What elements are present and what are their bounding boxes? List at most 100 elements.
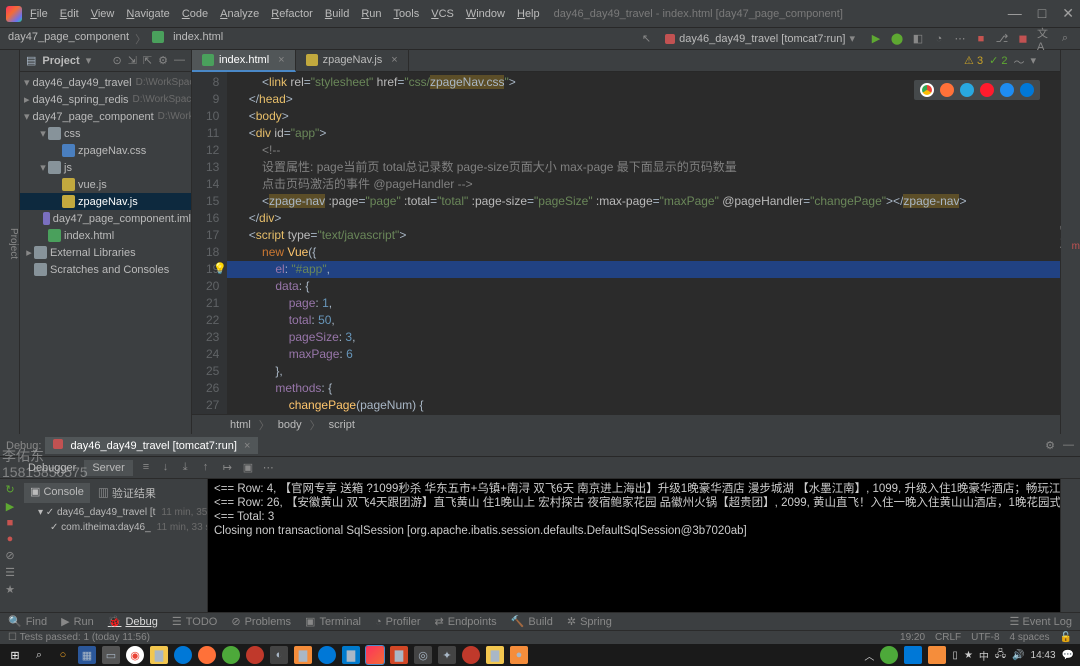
more-run-icon[interactable]: ⋯ [953,32,967,46]
project-tab-icon[interactable]: Project [8,228,19,259]
menu-file[interactable]: File [30,8,48,20]
menu-code[interactable]: Code [182,8,208,20]
left-gutter[interactable]: Project [0,50,20,434]
indent[interactable]: 4 spaces [1010,632,1050,643]
bottom-build[interactable]: 🔨Build [511,615,553,628]
mail-icon[interactable] [246,646,264,664]
expand-all-icon[interactable]: ⇲ [128,54,137,67]
ime-icon[interactable]: 中 [979,648,989,663]
app9-icon[interactable]: ● [510,646,528,664]
search-icon[interactable]: ⌕ [30,646,48,664]
bottom-profiler[interactable]: ◔Profiler [375,616,421,628]
tree-node[interactable]: day47_page_component.iml [20,210,191,227]
maximize-icon[interactable]: □ [1038,5,1046,22]
hide-icon[interactable]: — [174,54,185,67]
menu-run[interactable]: Run [361,8,381,20]
search-everywhere-icon[interactable]: ⌕ [1058,32,1072,46]
debugger-tab[interactable]: Debugger [20,460,84,476]
resume-icon[interactable]: ▶ [6,500,14,513]
rerun-icon[interactable]: ↻ [5,483,14,496]
debug-hide-icon[interactable]: — [1063,439,1074,452]
console-subtab[interactable]: ▣ Console [24,483,90,503]
code-content[interactable]: <link rel="stylesheet" href="css/zpageNa… [227,72,1060,414]
bottom-find[interactable]: 🔍Find [8,615,47,628]
tray-icon-5[interactable]: ★ [964,650,973,661]
app4-icon[interactable] [318,646,336,664]
code-crumb[interactable]: body [278,419,302,431]
project-scope-icon[interactable]: ▤ [26,54,36,67]
breadcrumb-item[interactable]: index.html [173,31,223,47]
close-icon[interactable]: ✕ [1062,5,1074,22]
menu-build[interactable]: Build [325,8,349,20]
thread-row-2[interactable]: ✓ com.itheima:day46_11 min, 33 sec [20,520,207,535]
thread-row-1[interactable]: ▾ ✓ day46_day49_travel [t11 min, 35 sec [20,505,207,520]
clock[interactable]: 14:43 [1031,650,1056,661]
readonly-icon[interactable]: 🔓 [1060,632,1072,643]
stop-debug-icon[interactable]: ■ [7,517,14,529]
tray-expand-icon[interactable]: ︿ [864,648,874,663]
project-tree[interactable]: ▾day46_day49_travelD:\WorkSpace\ide▸day4… [20,72,191,280]
tree-node[interactable]: ▾css [20,125,191,142]
line-sep[interactable]: CRLF [935,632,961,643]
run-config-selector[interactable]: day46_day49_travel [tomcat7:run] ▾ [659,30,861,47]
vscode-icon[interactable]: ▇ [342,646,360,664]
bottom-endpoints[interactable]: ⇄Endpoints [435,615,497,628]
app6-icon[interactable]: ✦ [438,646,456,664]
code-area[interactable]: 8910111213141516171819202122232425262728… [192,72,1060,414]
editor-tab[interactable]: index.html× [192,50,296,72]
git-icon[interactable]: ⎇ [995,32,1009,46]
code-breadcrumbs[interactable]: html〉body〉script [192,414,1060,434]
tree-node[interactable]: vue.js [20,176,191,193]
cortana-icon[interactable]: ○ [54,646,72,664]
layout-icon[interactable]: ☰ [5,566,15,579]
network-icon[interactable]: 🖧 [995,647,1006,664]
edge-taskbar-icon[interactable] [174,646,192,664]
explorer-icon[interactable]: ▇ [150,646,168,664]
tree-node[interactable]: ▾day46_day49_travelD:\WorkSpace\ide [20,74,191,91]
app8-icon[interactable]: ▇ [486,646,504,664]
bottom-run[interactable]: ▶Run [61,615,94,628]
bottom-todo[interactable]: ☰TODO [172,615,217,628]
console-output[interactable]: <== Row: 4, 【官网专享 送箱 ?1099秒杀 华东五市+乌镇+南浔 … [208,479,1060,612]
step-into-icon[interactable]: ↓ [163,461,177,474]
event-log[interactable]: ☰ Event Log [1010,615,1072,628]
menu-edit[interactable]: Edit [60,8,79,20]
code-crumb[interactable]: html [230,419,251,431]
wechat-icon[interactable] [222,646,240,664]
menu-view[interactable]: View [91,8,115,20]
menu-help[interactable]: Help [517,8,540,20]
tray-icon-2[interactable] [904,646,922,664]
breadcrumb-item[interactable]: day47_page_component [8,31,129,47]
debug-icon[interactable]: ⬤ [890,32,904,46]
code-crumb[interactable]: script [329,419,355,431]
idea-taskbar-icon[interactable] [366,646,384,664]
menu-navigate[interactable]: Navigate [126,8,169,20]
ppt-icon[interactable]: ▇ [390,646,408,664]
tray-icon-4[interactable]: ▯ [952,650,958,661]
firefox-taskbar-icon[interactable] [198,646,216,664]
debug-session-tab[interactable]: day46_day49_travel [tomcat7:run] × [45,437,258,454]
menu-tools[interactable]: Tools [394,8,420,20]
tree-node[interactable]: index.html [20,227,191,244]
bottom-debug[interactable]: 🐞Debug [108,615,158,628]
app5-icon[interactable]: ◎ [414,646,432,664]
step-out-icon[interactable]: ↑ [203,461,217,474]
step-over-icon[interactable]: ≡ [143,461,157,474]
more-debug-icon[interactable]: ⋯ [263,461,277,474]
tree-node[interactable]: zpageNav.css [20,142,191,159]
start-icon[interactable]: ⊞ [6,646,24,664]
notif-icon[interactable]: ◼ [1016,32,1030,46]
back-nav-icon[interactable]: ↖ [642,32,651,45]
tree-node[interactable]: ▸External Libraries [20,244,191,261]
profile-icon[interactable]: ◔ [932,32,946,46]
tree-node[interactable]: Scratches and Consoles [20,261,191,278]
encoding[interactable]: UTF-8 [971,632,999,643]
menu-vcs[interactable]: VCS [431,8,454,20]
tree-node[interactable]: ▾day47_page_componentD:\WorkSpace\i [20,108,191,125]
app1-icon[interactable]: ▦ [78,646,96,664]
debug-settings-icon[interactable]: ⚙ [1045,439,1055,452]
coverage-icon[interactable]: ◧ [911,32,925,46]
notifications-icon[interactable]: 💬 [1062,650,1074,661]
force-step-icon[interactable]: ⤓ [183,461,197,474]
tree-node[interactable]: zpageNav.js [20,193,191,210]
